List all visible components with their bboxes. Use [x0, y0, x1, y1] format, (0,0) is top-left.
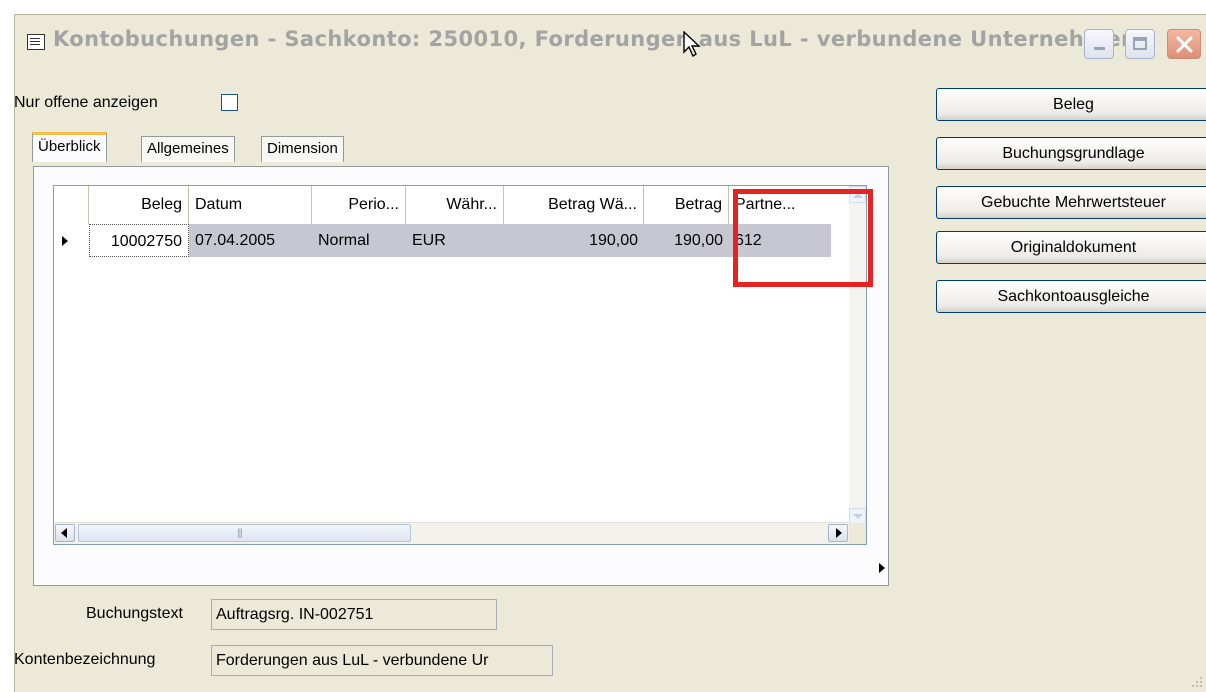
scroll-right-icon[interactable] — [828, 524, 848, 542]
title-bar[interactable]: Kontobuchungen - Sachkonto: 250010, Ford… — [15, 15, 1206, 75]
window-title: Kontobuchungen - Sachkonto: 250010, Ford… — [53, 27, 1137, 51]
cell-periode[interactable]: Normal — [312, 224, 406, 257]
scroll-left-icon[interactable] — [55, 524, 75, 542]
maximize-button[interactable] — [1125, 29, 1155, 59]
filter-open-label: Nur offene anzeigen — [14, 94, 158, 111]
scrollbar-corner — [849, 523, 866, 544]
horizontal-scrollbar[interactable] — [54, 522, 850, 544]
column-header-betrag[interactable]: Betrag — [644, 186, 729, 224]
filter-open-checkbox[interactable] — [221, 94, 238, 111]
column-header-waehrung[interactable]: Währ... — [406, 186, 504, 224]
column-header-datum[interactable]: Datum — [189, 186, 312, 224]
cell-datum[interactable]: 07.04.2005 — [189, 224, 312, 257]
tab-dimension[interactable]: Dimension — [261, 136, 344, 162]
beleg-button[interactable]: Beleg — [936, 88, 1206, 121]
close-button[interactable] — [1167, 29, 1201, 59]
gebuchte-mehrwertsteuer-button[interactable]: Gebuchte Mehrwertsteuer — [936, 186, 1206, 219]
window: Kontobuchungen - Sachkonto: 250010, Ford… — [14, 14, 1206, 692]
cell-beleg[interactable]: 10002750 — [89, 224, 189, 257]
table-row[interactable]: 10002750 07.04.2005 Normal EUR 190,00 19… — [54, 224, 849, 257]
kontenbezeichnung-label: Kontenbezeichnung — [14, 651, 156, 668]
buchungstext-field[interactable]: Auftragsrg. IN-002751 — [211, 599, 497, 630]
window-list-icon — [27, 34, 45, 50]
cell-betrag-waehrung[interactable]: 190,00 — [504, 224, 644, 257]
row-header-column — [54, 186, 89, 224]
resize-grip-icon[interactable] — [1189, 674, 1203, 688]
tab-ueberblick[interactable]: Überblick — [32, 132, 107, 162]
originaldokument-button[interactable]: Originaldokument — [936, 231, 1206, 264]
horizontal-scroll-thumb[interactable] — [78, 524, 411, 543]
grid-header: Beleg Datum Perio... Währ... Betrag Wä..… — [54, 186, 849, 224]
cell-betrag[interactable]: 190,00 — [644, 224, 729, 257]
tab-allgemeines[interactable]: Allgemeines — [141, 136, 235, 162]
cell-waehrung[interactable]: EUR — [406, 224, 504, 257]
buchungstext-label: Buchungstext — [86, 605, 183, 622]
sachkontoausgleiche-button[interactable]: Sachkontoausgleiche — [936, 280, 1206, 313]
column-header-beleg[interactable]: Beleg — [89, 186, 189, 224]
partner-column-highlight — [733, 189, 873, 287]
column-header-periode[interactable]: Perio... — [312, 186, 406, 224]
current-row-arrow-icon — [62, 236, 68, 246]
expand-arrow-icon[interactable] — [879, 563, 885, 573]
kontenbezeichnung-field[interactable]: Forderungen aus LuL - verbundene Ur — [211, 645, 553, 676]
column-header-betrag-waehrung[interactable]: Betrag Wä... — [504, 186, 644, 224]
mouse-pointer-icon — [683, 31, 701, 57]
buchungsgrundlage-button[interactable]: Buchungsgrundlage — [936, 137, 1206, 170]
minimize-button[interactable] — [1084, 29, 1114, 59]
